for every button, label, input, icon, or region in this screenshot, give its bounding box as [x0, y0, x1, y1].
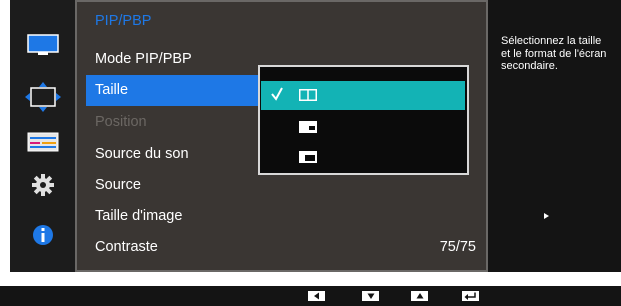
- help-text-line: Sélectionnez la taille: [501, 35, 602, 47]
- menu-item-label: Source: [95, 177, 141, 193]
- menu-title-label: PIP/PBP: [95, 13, 152, 29]
- pip-large-window-icon: [299, 151, 317, 163]
- checkmark-icon: [271, 87, 283, 101]
- menu-item-label: Position: [95, 114, 147, 130]
- size-option-large[interactable]: [261, 143, 465, 172]
- up-key-icon[interactable]: [411, 291, 428, 301]
- category-sidebar: [10, 0, 75, 272]
- menu-item-label: Contraste: [95, 239, 158, 255]
- menu-title: PIP/PBP: [86, 6, 486, 37]
- menu-item-value: 75/75: [439, 239, 476, 255]
- monitor-icon[interactable]: [10, 28, 75, 62]
- menu-item-label: Mode PIP/PBP: [95, 51, 192, 67]
- menu-item-contraste[interactable]: Contraste 75/75: [86, 232, 486, 263]
- move-arrows-icon[interactable]: [10, 80, 75, 114]
- enter-key-icon[interactable]: [462, 291, 479, 301]
- pip-side-by-side-icon: [299, 89, 317, 101]
- info-icon[interactable]: [10, 218, 75, 252]
- pip-layout-icon[interactable]: [10, 125, 75, 159]
- size-option-side-by-side[interactable]: [261, 81, 465, 110]
- menu-item-label: Taille d'image: [95, 208, 183, 224]
- menu-item-taille[interactable]: Taille: [86, 75, 258, 106]
- help-text-line: secondaire.: [501, 60, 558, 72]
- size-option-small[interactable]: [261, 113, 465, 142]
- submenu-arrow-icon: [544, 213, 549, 219]
- menu-item-label: Source du son: [95, 146, 189, 162]
- menu-item-taille-d-image[interactable]: Taille d'image: [86, 201, 549, 232]
- gear-icon[interactable]: [10, 168, 75, 202]
- left-key-icon[interactable]: [308, 291, 325, 301]
- down-key-icon[interactable]: [362, 291, 379, 301]
- menu-item-label: Taille: [95, 82, 129, 98]
- help-text-line: et le format de l'écran: [501, 47, 607, 60]
- help-text: Sélectionnez la taille et le format de l…: [501, 35, 621, 73]
- pip-small-window-icon: [299, 121, 317, 133]
